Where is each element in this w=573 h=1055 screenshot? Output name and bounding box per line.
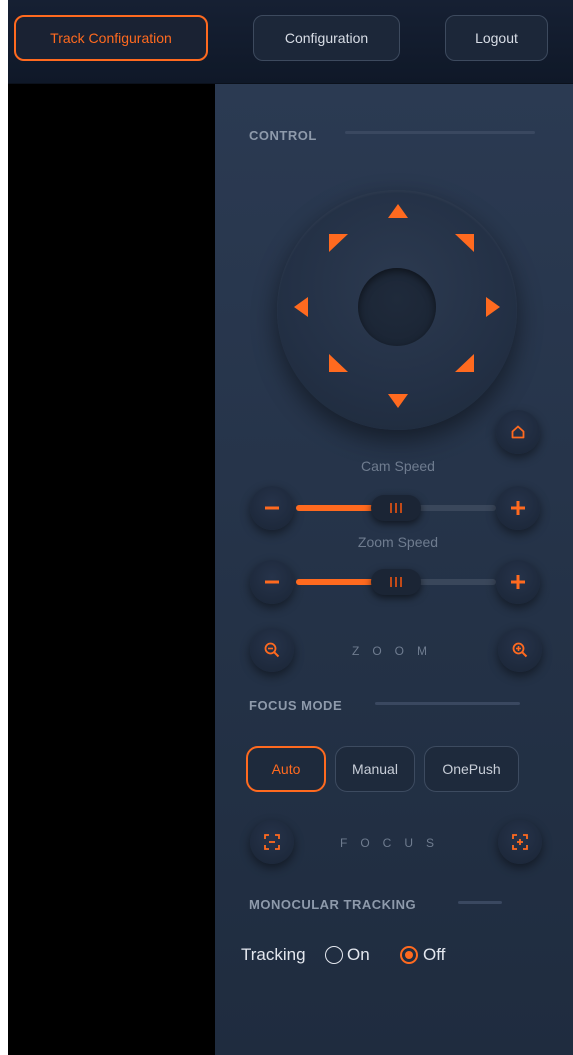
zoom-in-button[interactable] xyxy=(498,628,542,672)
tracking-on-radio[interactable] xyxy=(325,946,343,964)
tracking-off-radio[interactable] xyxy=(400,946,418,964)
cam-speed-label: Cam Speed xyxy=(361,458,435,474)
arrow-up-icon[interactable] xyxy=(386,200,410,224)
focus-label: FOCUS xyxy=(340,836,447,850)
tracking-off-radio-dot xyxy=(405,951,413,959)
focus-onepush-button[interactable]: OnePush xyxy=(424,746,519,792)
arrow-up-left-icon[interactable] xyxy=(327,230,351,254)
ptz-center-button[interactable] xyxy=(358,268,436,346)
focus-near-button[interactable] xyxy=(250,820,294,864)
monocular-tracking-section-title: MONOCULAR TRACKING xyxy=(249,897,417,912)
plus-icon xyxy=(511,501,525,515)
configuration-button[interactable]: Configuration xyxy=(253,15,400,61)
zoom-label: ZOOM xyxy=(352,644,440,658)
plus-icon xyxy=(511,575,525,589)
tracking-off-label: Off xyxy=(423,945,446,964)
focus-far-icon xyxy=(512,834,528,850)
control-section-divider xyxy=(345,131,535,134)
cam-speed-slider-handle[interactable] xyxy=(371,495,421,521)
tracking-on-label: On xyxy=(347,945,370,964)
focus-far-button[interactable] xyxy=(498,820,542,864)
home-icon xyxy=(511,425,525,439)
logout-button[interactable]: Logout xyxy=(445,15,548,61)
zoom-speed-slider-handle[interactable] xyxy=(371,569,421,595)
cam-speed-decrease-button[interactable] xyxy=(250,486,294,530)
arrow-down-left-icon[interactable] xyxy=(327,352,351,376)
tracking-label: Tracking xyxy=(241,945,306,964)
focus-near-icon xyxy=(264,834,280,850)
focus-mode-section-title: FOCUS MODE xyxy=(249,698,343,713)
focus-manual-button[interactable]: Manual xyxy=(335,746,415,792)
control-section-title: CONTROL xyxy=(249,128,317,143)
minus-icon xyxy=(265,580,279,584)
zoom-speed-decrease-button[interactable] xyxy=(250,560,294,604)
track-configuration-button[interactable]: Track Configuration xyxy=(14,15,208,61)
cam-speed-increase-button[interactable] xyxy=(496,486,540,530)
zoom-in-icon xyxy=(512,642,528,658)
zoom-speed-label: Zoom Speed xyxy=(357,534,439,550)
focus-auto-button[interactable]: Auto xyxy=(246,746,326,792)
arrow-down-icon[interactable] xyxy=(386,388,410,412)
cam-speed-fill xyxy=(296,505,382,511)
monocular-tracking-section-divider xyxy=(458,901,502,904)
arrow-right-icon[interactable] xyxy=(480,295,504,319)
minus-icon xyxy=(265,506,279,510)
arrow-down-right-icon[interactable] xyxy=(452,352,476,376)
zoom-speed-fill xyxy=(296,579,382,585)
focus-mode-section-divider xyxy=(375,702,520,705)
video-preview-area xyxy=(8,84,215,1055)
arrow-up-right-icon[interactable] xyxy=(452,230,476,254)
home-position-button[interactable] xyxy=(496,410,540,454)
zoom-out-button[interactable] xyxy=(250,628,294,672)
zoom-speed-increase-button[interactable] xyxy=(496,560,540,604)
zoom-out-icon xyxy=(264,642,280,658)
arrow-left-icon[interactable] xyxy=(290,295,314,319)
